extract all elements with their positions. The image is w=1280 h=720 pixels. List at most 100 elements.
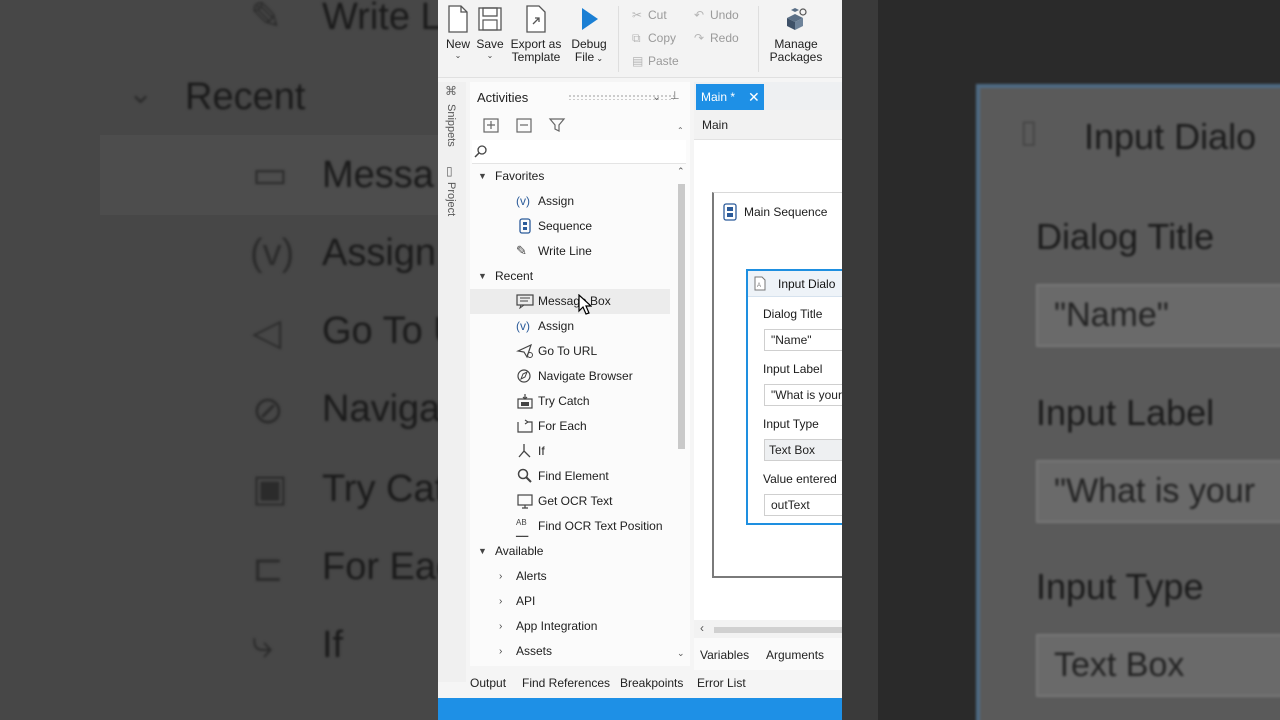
tree-item-get-ocr-text[interactable]: Get OCR Text [470, 489, 670, 514]
scroll-up-icon[interactable]: ⌃ [677, 166, 685, 177]
tree-item-sequence[interactable]: Sequence [470, 214, 670, 239]
debug-label-line1: Debug [571, 37, 607, 51]
project-tab[interactable]: Project [445, 182, 457, 216]
item-label: Write Line [538, 244, 592, 258]
canvas-horizontal-scrollbar[interactable]: ‹ [694, 620, 842, 638]
background-item: Naviga [322, 388, 438, 430]
navigate-browser-icon: ⊘ [252, 390, 284, 432]
get-ocr-text-icon [517, 494, 533, 509]
breadcrumb[interactable]: Main [694, 110, 842, 140]
background-item: If [322, 624, 344, 666]
new-label: New [445, 37, 470, 51]
scrollbar-thumb[interactable] [678, 184, 685, 449]
background-right-zoom: ▯ Input Dialo Dialog Title "Name" Input … [842, 0, 1280, 720]
input-type-select[interactable]: Text Box [764, 439, 842, 461]
filter-icon[interactable] [548, 116, 566, 134]
activity-title: Input Dialo [778, 277, 836, 291]
tree-item-try-catch[interactable]: Try Catch [470, 389, 670, 414]
field-label: Value entered [763, 472, 837, 486]
group-label: Favorites [495, 169, 545, 183]
value-entered-field[interactable]: outText [764, 494, 842, 516]
snippets-icon: ⌘ [445, 84, 457, 98]
paste-button[interactable]: ▤ Paste [632, 54, 679, 68]
tree-item-assign[interactable]: (v) Assign [470, 314, 670, 339]
tab-label: Main * [701, 90, 736, 104]
chevron-down-icon: ⌄ [454, 51, 462, 60]
arguments-tab[interactable]: Arguments [766, 648, 824, 662]
tree-category-api[interactable]: › API [470, 589, 670, 614]
pin-icon[interactable]: ⊥ [670, 89, 680, 102]
undo-button[interactable]: ↶ Undo [694, 8, 739, 22]
write-line-icon: ✎ [516, 243, 527, 258]
tree-item-find-ocr-text-position[interactable]: AB ▁▁ Find OCR Text Position [470, 514, 670, 539]
item-label: Sequence [538, 219, 593, 233]
copy-button[interactable]: ⧉ Copy [632, 31, 676, 46]
search-icon [474, 145, 487, 158]
tree-item-go-to-url[interactable]: Go To URL [470, 339, 670, 364]
tree-item-find-element[interactable]: Find Element [470, 464, 670, 489]
scissors-icon: ✂ [632, 8, 643, 22]
scroll-left-icon[interactable]: ‹ [700, 621, 704, 635]
save-button[interactable]: Save ⌄ [476, 4, 504, 60]
new-button[interactable]: New ⌄ [444, 4, 472, 60]
scroll-down-icon[interactable]: ⌄ [677, 648, 685, 659]
item-label: Message Box [538, 294, 611, 308]
input-label-field[interactable]: "What is your [764, 384, 842, 406]
tree-item-assign[interactable]: (v) Assign [470, 189, 670, 214]
expand-all-icon[interactable] [482, 116, 500, 134]
item-label: Assign [538, 319, 575, 333]
activities-tree: ▼ Favorites (v) Assign Sequence ✎ Write … [470, 164, 690, 664]
debug-file-button[interactable]: Debug File ⌄ [568, 4, 610, 65]
background-item: For Eac [322, 546, 438, 588]
tree-group-available[interactable]: ▼ Available [470, 539, 670, 564]
cut-button[interactable]: ✂ Cut [632, 8, 667, 22]
redo-button[interactable]: ↷ Redo [694, 31, 739, 45]
go-to-url-icon [516, 343, 533, 359]
background-item: Recent [185, 76, 306, 118]
tree-category-alerts[interactable]: › Alerts [470, 564, 670, 589]
activities-scrollbar[interactable]: ⌃ ⌄ [677, 166, 686, 660]
activities-panel: Activities ⌄ ⊥ ⌃ ▼ Favorites (v) Assign [470, 82, 690, 666]
item-label: Get OCR Text [538, 494, 613, 508]
collapse-all-icon[interactable] [515, 116, 533, 134]
tree-category-assets[interactable]: › Assets [470, 639, 670, 664]
export-template-button[interactable]: Export as Template [508, 4, 564, 64]
category-label: Assets [516, 644, 553, 658]
tree-item-navigate-browser[interactable]: Navigate Browser [470, 364, 670, 389]
save-label: Save [476, 37, 504, 51]
activities-search-input[interactable] [472, 140, 686, 164]
breakpoints-tab[interactable]: Breakpoints [620, 676, 683, 690]
item-label: Navigate Browser [538, 369, 633, 383]
tree-category-app-integration[interactable]: › App Integration [470, 614, 670, 639]
tree-item-if[interactable]: If [470, 439, 670, 464]
main-sequence-container[interactable]: Main Sequence A Input Dialo Dialog Title… [712, 192, 842, 578]
chevron-down-icon[interactable]: ⌄ [652, 90, 661, 103]
snippets-tab[interactable]: Snippets [445, 104, 457, 147]
background-field-value: Text Box [1036, 634, 1280, 697]
find-references-tab[interactable]: Find References [522, 676, 610, 690]
close-icon[interactable]: ✕ [748, 84, 760, 110]
tab-main[interactable]: Main * ✕ [696, 84, 764, 110]
tree-group-recent[interactable]: ▼ Recent [470, 264, 670, 289]
chevron-right-icon: › [499, 596, 503, 607]
tree-group-favorites[interactable]: ▼ Favorites [470, 164, 670, 189]
tree-item-message-box[interactable]: Message Box [470, 289, 670, 314]
chevron-up-icon[interactable]: ⌃ [677, 126, 684, 135]
background-field-value: "What is your [1036, 460, 1280, 523]
manage-packages-button[interactable]: Manage Packages [768, 4, 824, 64]
mouse-cursor-icon [578, 294, 592, 315]
output-panel-tabs: Output Find References Breakpoints Error… [470, 672, 842, 696]
tree-item-write-line[interactable]: ✎ Write Line [470, 239, 670, 264]
category-label: API [516, 594, 536, 608]
message-box-icon: ▭ [252, 154, 288, 196]
group-label: Available [495, 544, 544, 558]
tree-item-for-each[interactable]: For Each [470, 414, 670, 439]
variables-tab[interactable]: Variables [700, 648, 749, 662]
scrollbar-thumb[interactable] [714, 627, 842, 633]
output-tab[interactable]: Output [470, 676, 506, 690]
dialog-title-field[interactable]: "Name" [764, 329, 842, 351]
redo-icon: ↷ [694, 31, 705, 45]
input-dialog-activity[interactable]: A Input Dialo Dialog Title "Name" Input … [746, 269, 842, 525]
error-list-tab[interactable]: Error List [697, 676, 746, 690]
status-bar [438, 698, 842, 720]
